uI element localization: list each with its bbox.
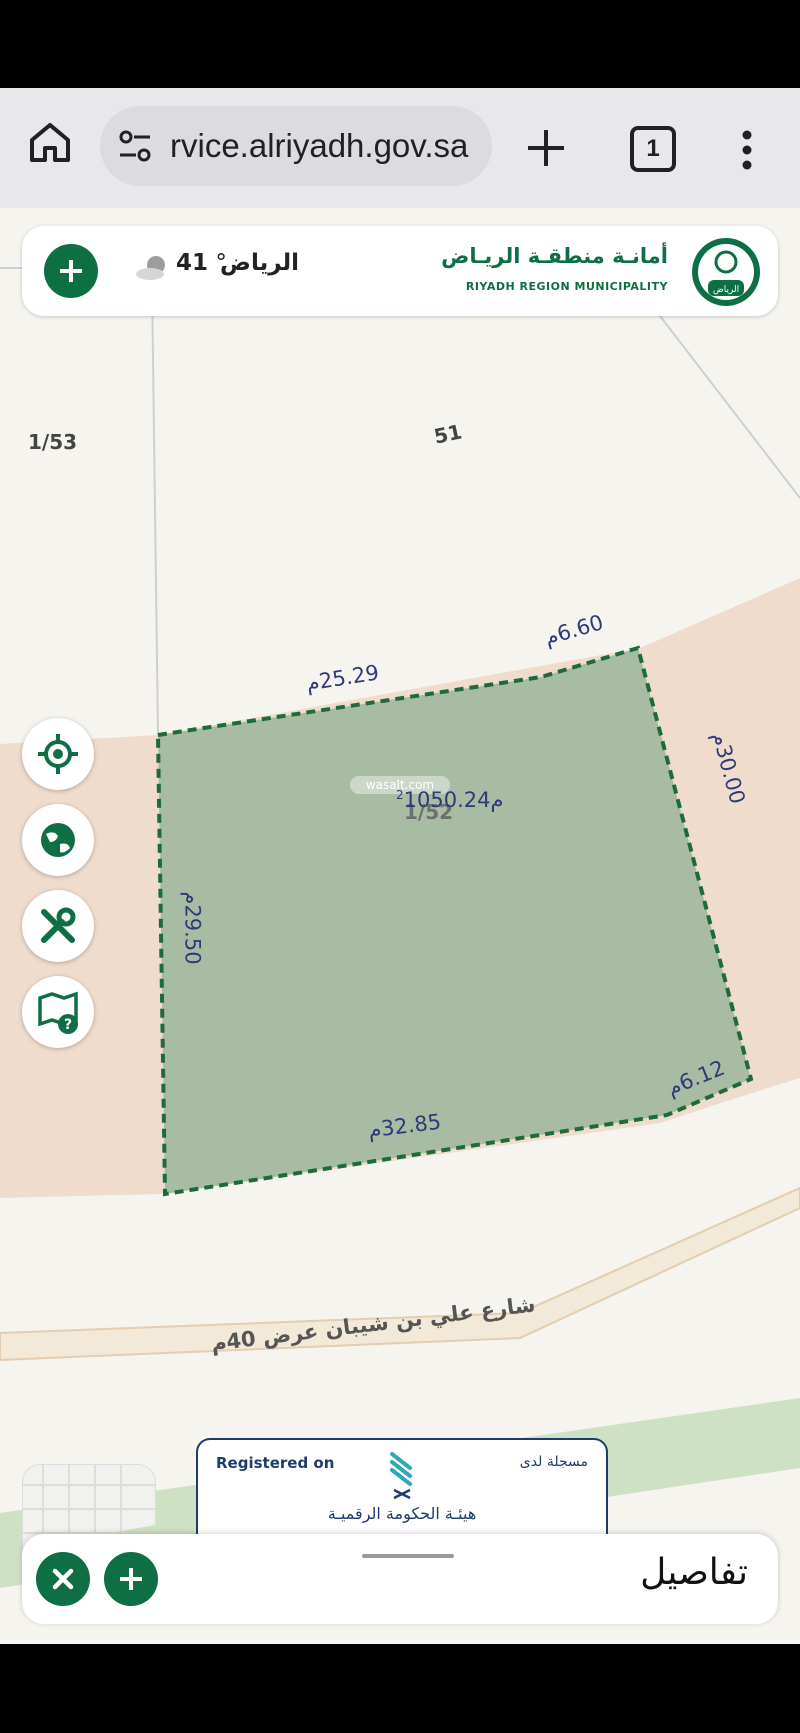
lot-boundary	[639, 289, 800, 499]
map-canvas	[0, 267, 800, 1588]
weather-icon	[136, 256, 165, 280]
municipality-emblem: الرياض	[692, 238, 760, 306]
svg-text:الرياض: الرياض	[713, 285, 739, 295]
tab-switcher-button[interactable]: 1	[630, 126, 676, 172]
close-icon	[52, 1568, 74, 1590]
system-nav-bar	[0, 1644, 800, 1733]
basemap-button[interactable]	[22, 804, 94, 876]
close-button[interactable]	[36, 1552, 90, 1606]
dimension-label: 29.50م	[180, 891, 205, 965]
browser-toolbar: rvice.alriyadh.gov.sa 1	[0, 88, 800, 208]
map-guide-button[interactable]: ?	[22, 976, 94, 1048]
locate-icon	[38, 734, 78, 774]
globe-icon	[41, 823, 75, 857]
logo-text-ar: أمانـة منطقـة الريـاض	[441, 244, 668, 268]
parcel-label: 1/53	[28, 430, 78, 454]
svg-text:?: ?	[64, 1017, 72, 1033]
url-text[interactable]: rvice.alriyadh.gov.sa	[170, 106, 468, 186]
details-title: تفاصيل	[640, 1552, 748, 1593]
add-details-button[interactable]	[104, 1552, 158, 1606]
parcel-area: 2 م1050.24	[396, 788, 504, 812]
lot-boundary	[151, 282, 159, 736]
registered-on-text-ar: مسجلة لدى	[519, 1454, 588, 1470]
drag-handle[interactable]	[362, 1554, 454, 1558]
city-name: الرياض	[220, 250, 300, 276]
more-menu-icon[interactable]	[732, 128, 762, 172]
digital-government-name: هيئـة الحكومة الرقميـة	[327, 1504, 477, 1523]
details-panel[interactable]: تفاصيل	[22, 1534, 778, 1624]
street	[0, 1186, 800, 1362]
add-button[interactable]	[44, 244, 98, 298]
locate-button[interactable]	[22, 718, 94, 790]
map-view[interactable]: 41 ° الرياض أمانـة منطقـة الريـاض RIYADH…	[0, 208, 800, 1644]
plus-icon	[60, 260, 82, 282]
home-icon[interactable]	[26, 118, 74, 166]
map-help-icon: ?	[38, 991, 78, 1034]
address-bar[interactable]: rvice.alriyadh.gov.sa	[100, 106, 492, 186]
logo-text-en: RIYADH REGION MUNICIPALITY	[465, 280, 668, 293]
new-tab-icon[interactable]	[522, 124, 570, 172]
registered-on-text: Registered on	[216, 1454, 335, 1472]
digital-government-logo	[390, 1452, 412, 1500]
plus-icon	[120, 1568, 142, 1590]
registration-badge: Registered on مسجلة لدى هيئـة الحكومة ال…	[196, 1438, 608, 1540]
tools-icon	[41, 907, 76, 943]
site-settings-icon[interactable]	[116, 128, 154, 164]
tools-button[interactable]	[22, 890, 94, 962]
status-bar	[0, 0, 800, 88]
header-card: 41 ° الرياض أمانـة منطقـة الريـاض RIYADH…	[22, 226, 778, 316]
